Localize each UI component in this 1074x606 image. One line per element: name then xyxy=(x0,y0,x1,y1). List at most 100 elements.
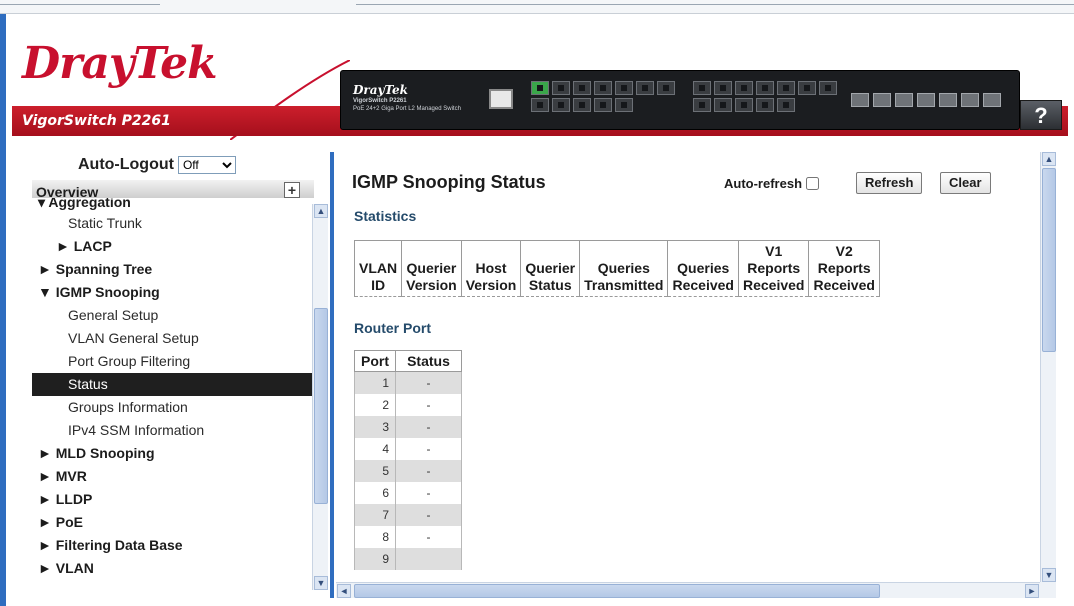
statistics-title: Statistics xyxy=(354,208,417,224)
sfp-port xyxy=(983,93,1001,107)
port-status: - xyxy=(395,437,462,460)
top-divider xyxy=(0,4,160,5)
port-3 xyxy=(552,81,570,95)
arrow-down-icon[interactable]: ▼ xyxy=(1042,568,1056,582)
sidebar-item[interactable]: ► Filtering Data Base xyxy=(32,534,316,557)
port-status: - xyxy=(395,459,462,482)
port-20 xyxy=(735,98,753,112)
arrow-down-icon[interactable]: ▼ xyxy=(314,576,328,590)
sidebar-item[interactable]: Status xyxy=(32,373,316,396)
sidebar-item[interactable]: ► LACP xyxy=(32,235,316,258)
statistics-column-header: Querier Status xyxy=(520,240,581,297)
port-13 xyxy=(693,81,711,95)
switch-description: PoE 24+2 Giga Port L2 Managed Switch xyxy=(353,106,461,112)
console-port xyxy=(489,89,513,109)
sidebar-item[interactable]: VLAN General Setup xyxy=(32,327,316,350)
port-status: - xyxy=(395,525,462,548)
frame-divider[interactable] xyxy=(330,152,334,598)
port-2 xyxy=(657,81,675,95)
clear-button[interactable]: Clear xyxy=(940,172,991,194)
sidebar-scroll-thumb[interactable] xyxy=(314,308,328,504)
sidebar: Auto-Logout Off Overview + ▾ Aggregation… xyxy=(8,152,328,602)
port-number: 4 xyxy=(354,437,396,460)
port-4 xyxy=(531,98,549,112)
port-6 xyxy=(552,98,570,112)
column-header-text: Received xyxy=(742,277,805,293)
main-scrollbar-vertical[interactable]: ▲ ▼ xyxy=(1040,152,1056,582)
arrow-right-icon[interactable]: ► xyxy=(1025,584,1039,598)
port-5 xyxy=(573,81,591,95)
sidebar-scrollbar[interactable]: ▲ ▼ xyxy=(312,204,328,590)
switch-model: VigorSwitch P2261 xyxy=(353,98,407,104)
sfp-ports xyxy=(851,93,1001,107)
sfp-port xyxy=(917,93,935,107)
plus-icon[interactable]: + xyxy=(284,182,300,198)
port-number: 5 xyxy=(354,459,396,482)
sfp-port xyxy=(851,93,869,107)
sidebar-item[interactable]: Port Group Filtering xyxy=(32,350,316,373)
column-header-text: Version xyxy=(465,277,517,293)
column-header-text: Received xyxy=(813,277,875,293)
sidebar-item[interactable]: ► LLDP xyxy=(32,488,316,511)
arrow-up-icon[interactable]: ▲ xyxy=(314,204,328,218)
sidebar-item[interactable]: ► MVR xyxy=(32,465,316,488)
column-header-text: Querier xyxy=(525,260,576,276)
auto-refresh-checkbox[interactable] xyxy=(806,177,820,190)
browser-top-strip xyxy=(0,0,1074,14)
sidebar-item[interactable]: Static Trunk xyxy=(32,212,316,235)
statistics-column-header: V2 Reports Received xyxy=(808,240,880,297)
main-scrollbar-horizontal[interactable]: ◄ ► xyxy=(336,582,1040,598)
help-button[interactable]: ? xyxy=(1020,100,1062,130)
column-header-text: Queries xyxy=(677,260,730,276)
column-header-text: Transmitted xyxy=(584,277,664,293)
main-scroll-thumb[interactable] xyxy=(1042,168,1056,352)
sidebar-item[interactable]: ► PoE xyxy=(32,511,316,534)
arrow-up-icon[interactable]: ▲ xyxy=(1042,152,1056,166)
port-9 xyxy=(615,81,633,95)
brand-logo: DrayTek xyxy=(22,38,218,89)
port-11 xyxy=(636,81,654,95)
auto-logout-select[interactable]: Off xyxy=(177,156,236,174)
sidebar-menu: ▾ Aggregation Static Trunk ► LACP ► Spannin… xyxy=(32,198,316,592)
port-status xyxy=(395,547,462,570)
statistics-column-header: Queries Transmitted xyxy=(579,240,669,297)
scroll-corner xyxy=(1040,582,1056,598)
table-row: 5- xyxy=(354,459,462,482)
port-status: - xyxy=(395,503,462,526)
port-23 xyxy=(798,81,816,95)
column-header-text: V2 xyxy=(835,243,853,259)
statistics-table: VLAN ID Querier Version Host Version Querier St… xyxy=(353,240,880,297)
auto-refresh-label: Auto-refresh xyxy=(724,176,803,191)
sidebar-item[interactable]: ► MLD Snooping xyxy=(32,442,316,465)
port-number: 6 xyxy=(354,481,396,504)
port-14 xyxy=(819,81,837,95)
sidebar-item[interactable]: ► Spanning Tree xyxy=(32,258,316,281)
column-header-text: ID xyxy=(371,277,386,293)
port-21 xyxy=(777,81,795,95)
sfp-port xyxy=(873,93,891,107)
port-1 xyxy=(531,81,549,95)
statistics-column-header: Querier Version xyxy=(401,240,462,297)
router-port-header-row: Port Status xyxy=(354,350,462,372)
sidebar-item[interactable]: Groups Information xyxy=(32,396,316,419)
port-15 xyxy=(714,81,732,95)
main-hscroll-thumb[interactable] xyxy=(354,584,880,598)
sidebar-item[interactable]: IPv4 SSM Information xyxy=(32,419,316,442)
sidebar-item[interactable]: ▼ IGMP Snooping xyxy=(32,281,316,304)
refresh-button[interactable]: Refresh xyxy=(856,172,923,194)
arrow-left-icon[interactable]: ◄ xyxy=(337,584,351,598)
column-header-text: Querier xyxy=(406,260,457,276)
port-16 xyxy=(693,98,711,112)
port-status: - xyxy=(395,393,462,416)
port-status: - xyxy=(395,415,462,438)
router-port-table: Port Status 1-2-3-4-5-6-7-8-9 xyxy=(354,350,462,570)
statistics-column-header: VLAN ID xyxy=(353,240,403,297)
router-port-title: Router Port xyxy=(354,320,431,336)
sidebar-item[interactable]: ▾ Aggregation xyxy=(32,198,316,212)
top-divider xyxy=(356,4,1074,5)
sidebar-item[interactable]: General Setup xyxy=(32,304,316,327)
port-number: 9 xyxy=(354,547,396,570)
sidebar-item[interactable]: ► VLAN xyxy=(32,557,316,580)
port-12 xyxy=(615,98,633,112)
port-17 xyxy=(735,81,753,95)
